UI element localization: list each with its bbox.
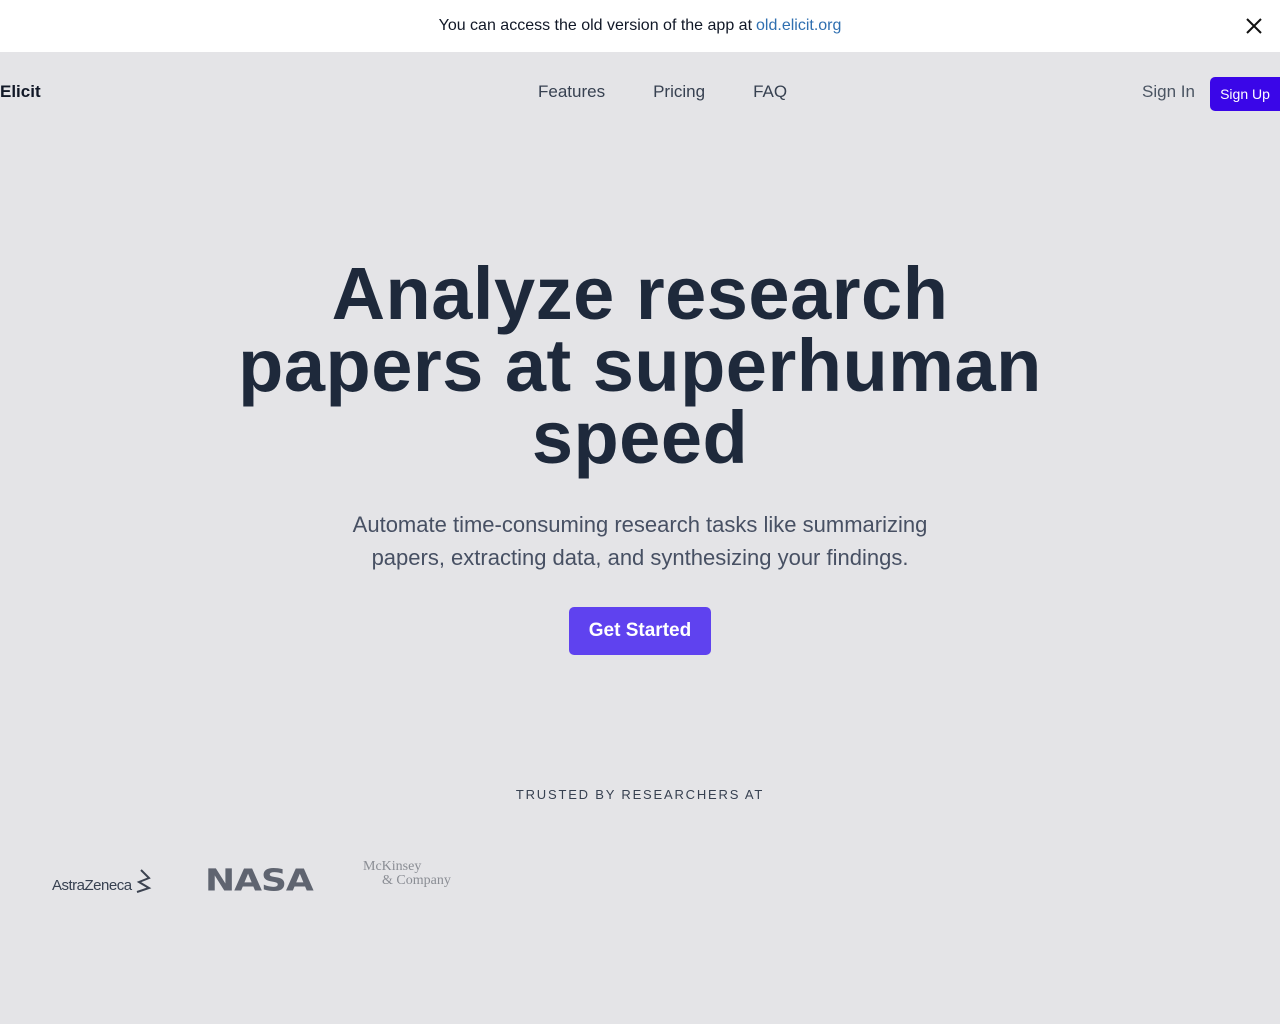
astrazeneca-wordmark: AstraZeneca xyxy=(52,877,132,894)
banner-message: You can access the old version of the ap… xyxy=(438,17,753,34)
nav-link-features[interactable]: Features xyxy=(538,82,605,102)
close-banner-button[interactable] xyxy=(1242,14,1266,38)
hero-title: Analyze research papers at superhuman sp… xyxy=(0,252,1280,479)
sign-up-button[interactable]: Sign Up xyxy=(1210,77,1280,111)
customer-logos: AstraZeneca NASA McKinsey & Company xyxy=(0,860,600,900)
nav-links: Features Pricing FAQ xyxy=(538,82,787,102)
nav-link-faq[interactable]: FAQ xyxy=(753,82,787,102)
hero-title-line: papers at superhuman xyxy=(238,324,1042,407)
hero-subtitle: Automate time-consuming research tasks l… xyxy=(340,508,940,574)
elicit-logo[interactable]: Elicit xyxy=(0,82,41,102)
old-app-link[interactable]: old.elicit.org xyxy=(756,17,841,35)
nav-link-pricing[interactable]: Pricing xyxy=(653,82,705,102)
mckinsey-line2: & Company xyxy=(382,873,451,888)
astrazeneca-logo: AstraZeneca xyxy=(52,868,153,894)
hero-title-line: speed xyxy=(531,396,749,479)
close-icon xyxy=(1246,18,1262,34)
sign-in-link[interactable]: Sign In xyxy=(1142,82,1195,102)
announcement-banner: You can access the old version of the ap… xyxy=(0,0,1280,52)
mckinsey-logo: McKinsey & Company xyxy=(363,860,451,888)
trusted-by-heading: TRUSTED BY RESEARCHERS AT xyxy=(515,787,765,802)
hero-title-line: Analyze research xyxy=(331,252,949,335)
get-started-button[interactable]: Get Started xyxy=(569,607,711,655)
nasa-logo: NASA xyxy=(205,863,314,898)
astrazeneca-symbol-icon xyxy=(136,869,151,893)
hero-subtitle-line: Automate time-consuming research tasks l… xyxy=(352,512,928,537)
mckinsey-line1: McKinsey xyxy=(363,859,422,874)
hero-subtitle-line: papers, extracting data, and synthesizin… xyxy=(371,545,909,570)
top-navigation: Elicit Features Pricing FAQ Sign In Sign… xyxy=(0,52,1280,132)
